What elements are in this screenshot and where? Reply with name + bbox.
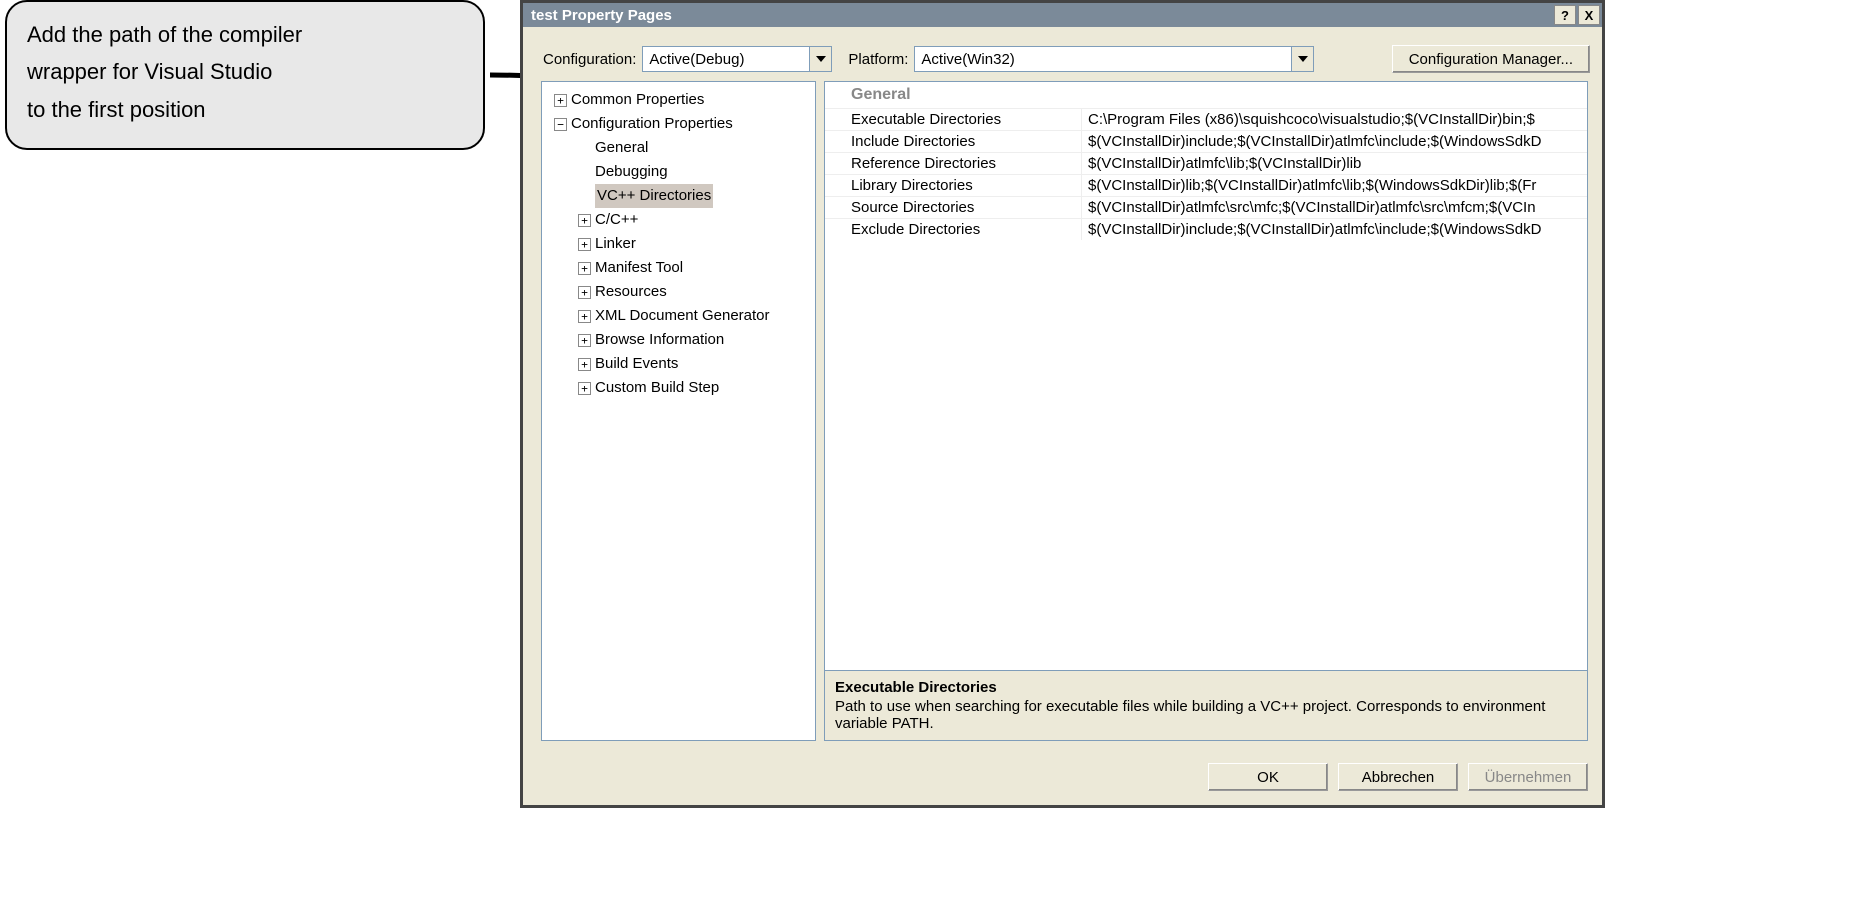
expand-icon[interactable]: + [554, 94, 567, 107]
property-value[interactable]: $(VCInstallDir)include;$(VCInstallDir)at… [1082, 219, 1587, 240]
property-name: Library Directories [825, 175, 1082, 196]
tree-item[interactable]: + XML Document Generator [546, 304, 811, 328]
property-row[interactable]: Include Directories$(VCInstallDir)includ… [825, 130, 1587, 152]
dialog-footer: OK Abbrechen Übernehmen [523, 753, 1602, 805]
platform-value: Active(Win32) [915, 51, 1020, 68]
tree-item-label: Manifest Tool [595, 256, 683, 280]
tree-item[interactable]: General [546, 136, 811, 160]
expand-icon[interactable]: + [578, 334, 591, 347]
tree-item-label: Browse Information [595, 328, 724, 352]
property-row[interactable]: Executable DirectoriesC:\Program Files (… [825, 108, 1587, 130]
tree-item-label: C/C++ [595, 208, 638, 232]
chevron-down-icon[interactable] [1291, 47, 1313, 71]
tree-item[interactable]: + Custom Build Step [546, 376, 811, 400]
help-button[interactable]: ? [1554, 5, 1576, 25]
tree-item[interactable]: + Build Events [546, 352, 811, 376]
tree-item[interactable]: + Manifest Tool [546, 256, 811, 280]
tree-item[interactable]: + Resources [546, 280, 811, 304]
tree-item[interactable]: + Linker [546, 232, 811, 256]
configuration-manager-button[interactable]: Configuration Manager... [1392, 45, 1590, 73]
property-name: Include Directories [825, 131, 1082, 152]
property-value[interactable]: $(VCInstallDir)atlmfc\src\mfc;$(VCInstal… [1082, 197, 1587, 218]
tree-item-label: Debugging [595, 160, 668, 184]
tree-item[interactable]: VC++ Directories [546, 184, 811, 208]
close-button[interactable]: X [1578, 5, 1600, 25]
ok-button[interactable]: OK [1208, 763, 1328, 791]
expand-icon[interactable]: + [578, 238, 591, 251]
callout-line: to the first position [27, 91, 463, 128]
expand-icon[interactable]: + [578, 382, 591, 395]
property-name: Source Directories [825, 197, 1082, 218]
titlebar[interactable]: test Property Pages ? X [523, 3, 1602, 27]
configuration-combo[interactable]: Active(Debug) [642, 46, 832, 72]
property-group-header: General [825, 82, 1587, 108]
collapse-icon[interactable]: − [554, 118, 567, 131]
config-tree[interactable]: + Common Properties−Configuration Propert… [541, 81, 816, 741]
tree-item[interactable]: + Common Properties [546, 88, 811, 112]
property-value[interactable]: $(VCInstallDir)lib;$(VCInstallDir)atlmfc… [1082, 175, 1587, 196]
property-name: Executable Directories [825, 109, 1082, 130]
description-panel: Executable Directories Path to use when … [824, 671, 1588, 741]
apply-button[interactable]: Übernehmen [1468, 763, 1588, 791]
tree-item[interactable]: Debugging [546, 160, 811, 184]
tree-item-label: XML Document Generator [595, 304, 770, 328]
cancel-button[interactable]: Abbrechen [1338, 763, 1458, 791]
property-name: Reference Directories [825, 153, 1082, 174]
tree-item[interactable]: + Browse Information [546, 328, 811, 352]
tree-item-label: Custom Build Step [595, 376, 719, 400]
configuration-value: Active(Debug) [643, 51, 750, 68]
tree-item-label: Configuration Properties [571, 112, 733, 136]
expand-icon[interactable]: + [578, 262, 591, 275]
tree-item-label: Build Events [595, 352, 678, 376]
description-text: Path to use when searching for executabl… [835, 698, 1577, 732]
tree-item-label: Linker [595, 232, 636, 256]
configuration-label: Configuration: [543, 51, 636, 68]
property-row[interactable]: Source Directories$(VCInstallDir)atlmfc\… [825, 196, 1587, 218]
tree-item-label: Common Properties [571, 88, 704, 112]
property-value[interactable]: $(VCInstallDir)atlmfc\lib;$(VCInstallDir… [1082, 153, 1587, 174]
tree-item-label: VC++ Directories [595, 184, 713, 208]
tree-item[interactable]: + C/C++ [546, 208, 811, 232]
annotation-callout: Add the path of the compiler wrapper for… [5, 0, 485, 150]
property-grid[interactable]: General Executable DirectoriesC:\Program… [824, 81, 1588, 671]
expand-icon[interactable]: + [578, 286, 591, 299]
dialog-title: test Property Pages [531, 7, 672, 24]
tree-item[interactable]: −Configuration Properties [546, 112, 811, 136]
callout-line: Add the path of the compiler [27, 16, 463, 53]
expand-icon[interactable]: + [578, 214, 591, 227]
property-row[interactable]: Reference Directories$(VCInstallDir)atlm… [825, 152, 1587, 174]
callout-line: wrapper for Visual Studio [27, 53, 463, 90]
chevron-down-icon[interactable] [809, 47, 831, 71]
toolbar: Configuration: Active(Debug) Platform: A… [523, 27, 1602, 81]
expand-icon[interactable]: + [578, 310, 591, 323]
property-name: Exclude Directories [825, 219, 1082, 240]
expand-icon[interactable]: + [578, 358, 591, 371]
platform-combo[interactable]: Active(Win32) [914, 46, 1314, 72]
platform-label: Platform: [848, 51, 908, 68]
property-value[interactable]: C:\Program Files (x86)\squishcoco\visual… [1082, 109, 1587, 130]
description-title: Executable Directories [835, 679, 1577, 696]
property-pages-dialog: test Property Pages ? X Configuration: A… [520, 0, 1605, 808]
property-value[interactable]: $(VCInstallDir)include;$(VCInstallDir)at… [1082, 131, 1587, 152]
tree-item-label: General [595, 136, 648, 160]
tree-item-label: Resources [595, 280, 667, 304]
property-row[interactable]: Library Directories$(VCInstallDir)lib;$(… [825, 174, 1587, 196]
property-row[interactable]: Exclude Directories$(VCInstallDir)includ… [825, 218, 1587, 240]
